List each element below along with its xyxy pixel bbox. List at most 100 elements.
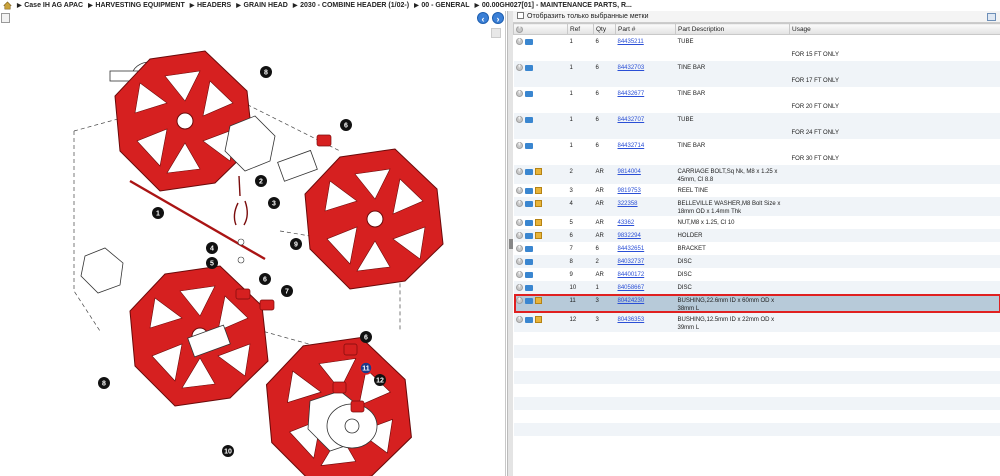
export-icon[interactable] — [987, 13, 996, 21]
view-image-icon[interactable] — [524, 232, 533, 239]
package-icon[interactable] — [534, 199, 542, 207]
add-to-cart-icon[interactable] — [515, 257, 523, 265]
add-to-cart-icon[interactable] — [515, 115, 523, 123]
download-button[interactable] — [1, 13, 10, 23]
table-row[interactable]: 8 2 84032737 DISC — [513, 254, 1000, 268]
add-to-cart-icon[interactable] — [515, 199, 523, 207]
callout-10[interactable]: 10 — [222, 445, 234, 457]
callout-9[interactable]: 9 — [290, 238, 302, 250]
add-to-cart-icon[interactable] — [515, 231, 523, 239]
header-ref[interactable]: Ref — [567, 23, 594, 35]
package-icon[interactable] — [534, 315, 542, 323]
callout-1[interactable]: 1 — [152, 207, 164, 219]
add-to-cart-icon[interactable] — [515, 218, 523, 226]
part-number-link[interactable]: 84432714 — [618, 143, 645, 149]
view-image-icon[interactable] — [524, 284, 533, 291]
part-number-link[interactable]: 84432677 — [618, 91, 645, 97]
callout-2[interactable]: 2 — [255, 175, 267, 187]
prev-arrow-icon[interactable]: ‹ — [477, 12, 489, 24]
next-arrow-icon[interactable]: › — [492, 12, 504, 24]
part-number-link[interactable]: 84058667 — [618, 285, 645, 291]
part-number-link[interactable]: 84400172 — [618, 272, 645, 278]
callout-8[interactable]: 8 — [98, 377, 110, 389]
table-row[interactable]: 1 6 84432707 TUBE — [513, 112, 1000, 126]
view-image-icon[interactable] — [524, 142, 533, 149]
add-to-cart-icon[interactable] — [515, 141, 523, 149]
header-qty[interactable]: Qty — [593, 23, 616, 35]
add-to-cart-icon[interactable] — [515, 296, 523, 304]
header-usage[interactable]: Usage — [789, 23, 1000, 35]
view-image-icon[interactable] — [524, 168, 533, 175]
view-image-icon[interactable] — [524, 39, 533, 45]
add-to-cart-icon[interactable] — [515, 186, 523, 194]
view-image-icon[interactable] — [524, 297, 533, 304]
callout-4[interactable]: 4 — [206, 242, 218, 254]
breadcrumb-item[interactable]: HARVESTING EQUIPMENT — [95, 2, 184, 9]
part-number-link[interactable]: 84432703 — [618, 65, 645, 71]
view-image-icon[interactable] — [524, 245, 533, 252]
table-row[interactable]: 12 3 80436353 BUSHING,12.5mm ID x 22mm OD x… — [513, 312, 1000, 332]
breadcrumb-item[interactable]: HEADERS — [197, 2, 231, 9]
breadcrumb-item[interactable]: 2030 - COMBINE HEADER (1/02-) — [300, 2, 409, 9]
table-row[interactable]: 5 AR 43362 NUT,M8 x 1.25, Cl 10 — [514, 216, 1000, 229]
breadcrumb-item[interactable]: GRAIN HEAD — [244, 2, 288, 9]
breadcrumb-item[interactable]: 00.00GH027[01] - MAINTENANCE PARTS, R... — [482, 2, 632, 9]
part-number-link[interactable]: 80424230 — [618, 298, 645, 304]
package-icon[interactable] — [534, 167, 542, 175]
add-to-cart-icon[interactable] — [515, 167, 523, 175]
view-image-icon[interactable] — [524, 271, 533, 278]
table-row[interactable]: 3 AR 9819753 REEL TINE — [514, 184, 1000, 197]
package-icon[interactable] — [534, 231, 542, 239]
view-image-icon[interactable] — [524, 116, 533, 123]
add-to-cart-icon[interactable] — [515, 315, 523, 323]
add-to-cart-icon[interactable] — [515, 63, 523, 71]
callout-6[interactable]: 6 — [360, 331, 372, 343]
view-image-icon[interactable] — [524, 258, 533, 265]
part-number-link[interactable]: 84435211 — [618, 39, 644, 45]
view-image-icon[interactable] — [524, 316, 533, 323]
home-icon[interactable] — [3, 1, 12, 10]
add-to-cart-icon[interactable] — [515, 283, 523, 291]
part-number-link[interactable]: 9814004 — [618, 169, 641, 175]
add-to-cart-icon[interactable] — [515, 270, 523, 278]
part-number-link[interactable]: 84432707 — [618, 117, 645, 123]
show-selected-checkbox[interactable] — [517, 12, 524, 19]
table-row[interactable]: 1 6 84432703 TINE BAR — [513, 60, 1000, 74]
part-number-link[interactable]: 80436353 — [618, 317, 645, 323]
add-to-cart-icon[interactable] — [515, 37, 523, 45]
callout-6[interactable]: 6 — [340, 119, 352, 131]
view-image-icon[interactable] — [524, 200, 533, 207]
package-icon[interactable] — [534, 186, 542, 194]
callout-6[interactable]: 6 — [259, 273, 271, 285]
table-row-selected[interactable]: 11 3 80424230 BUSHING,22.6mm ID x 60mm OD x… — [513, 293, 1000, 313]
callout-5[interactable]: 5 — [206, 257, 218, 269]
table-row[interactable]: 2 AR 9814004 CARRIAGE BOLT,Sq Nk, M8 x 1.25… — [513, 164, 1000, 184]
callout-3[interactable]: 3 — [268, 197, 280, 209]
callout-7[interactable]: 7 — [281, 285, 293, 297]
table-row[interactable]: 6 AR 9832294 HOLDER — [513, 228, 1000, 242]
table-row[interactable]: 1 6 84432677 TINE BAR — [514, 87, 1000, 100]
part-number-link[interactable]: 322358 — [618, 201, 638, 207]
reel-disc-9[interactable] — [304, 148, 444, 290]
header-part-description[interactable]: Part Description — [675, 23, 790, 35]
add-to-cart-icon[interactable] — [515, 89, 523, 97]
table-row[interactable]: 1 6 84432714 TINE BAR — [514, 139, 1000, 152]
callout-8[interactable]: 8 — [260, 66, 272, 78]
table-row[interactable]: 1 6 84435211 TUBE — [514, 35, 1000, 48]
add-to-cart-icon[interactable] — [515, 244, 523, 252]
table-row[interactable]: 9 AR 84400172 DISC — [514, 268, 1000, 281]
view-image-icon[interactable] — [524, 64, 533, 71]
part-number-link[interactable]: 43362 — [618, 220, 635, 226]
callout-12[interactable]: 12 — [374, 374, 386, 386]
part-number-link[interactable]: 9819753 — [618, 188, 641, 194]
header-part-number[interactable]: Part # — [615, 23, 676, 35]
package-icon[interactable] — [534, 218, 542, 226]
package-icon[interactable] — [534, 296, 542, 304]
table-row[interactable]: 7 6 84432651 BRACKET — [514, 242, 1000, 255]
expand-all-icon[interactable] — [516, 25, 523, 33]
view-image-icon[interactable] — [524, 187, 533, 194]
breadcrumb-item[interactable]: Case IH AG APAC — [24, 2, 83, 9]
zoom-box[interactable] — [491, 28, 501, 38]
callout-11[interactable]: 11 — [359, 361, 373, 375]
view-image-icon[interactable] — [524, 90, 533, 97]
